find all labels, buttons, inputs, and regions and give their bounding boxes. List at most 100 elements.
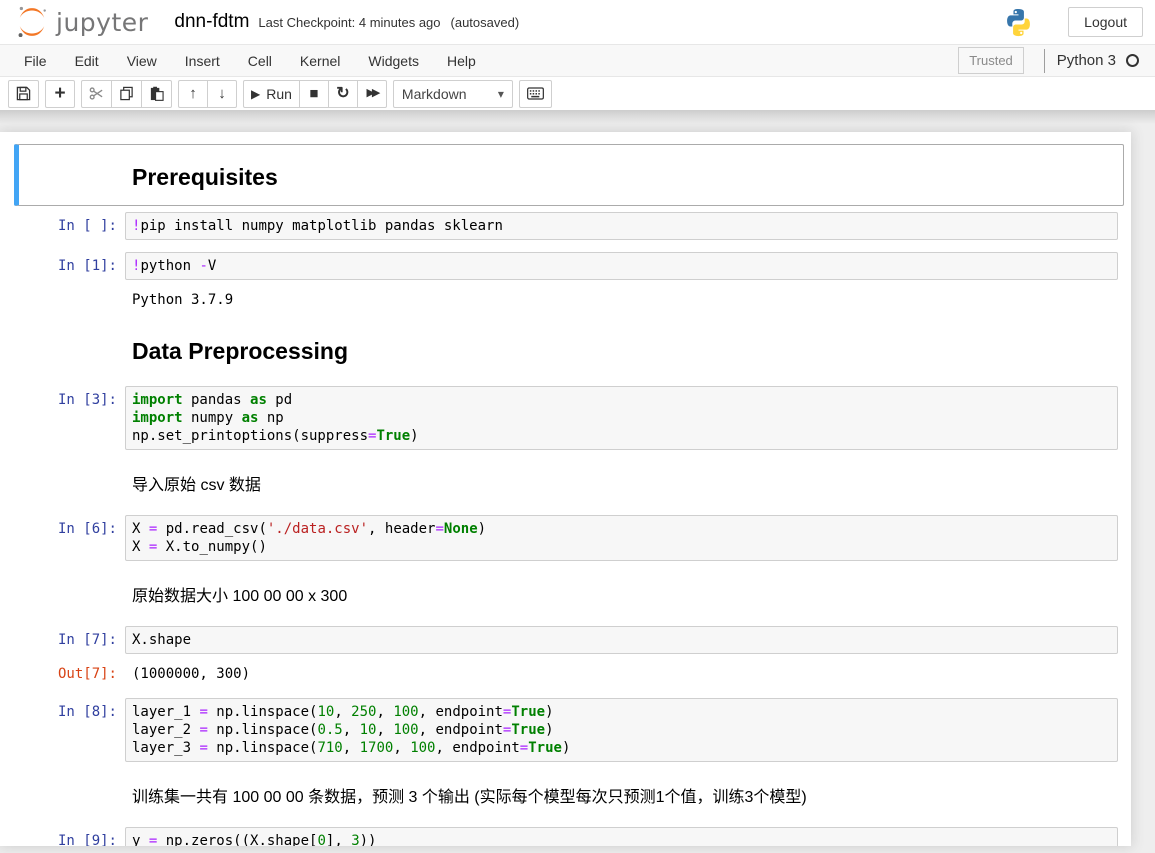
kernel-name[interactable]: Python 3 bbox=[1057, 52, 1116, 69]
markdown-content: Data Preprocessing bbox=[125, 324, 1118, 374]
keyboard-icon bbox=[527, 87, 544, 100]
paste-cell-button[interactable] bbox=[141, 80, 172, 108]
markdown-content: 原始数据大小 100 00 00 x 300 bbox=[125, 573, 1118, 614]
markdown-prompt bbox=[24, 150, 125, 155]
code-line: X = X.to_numpy() bbox=[132, 538, 1111, 556]
restart-kernel-button[interactable]: ↻ bbox=[328, 80, 358, 108]
output-prompt bbox=[24, 286, 125, 291]
interrupt-icon: ■ bbox=[309, 86, 318, 101]
celltype-value: Markdown bbox=[402, 86, 467, 102]
menu-item-cell[interactable]: Cell bbox=[234, 46, 286, 76]
markdown-cell[interactable]: 训练集一共有 100 00 00 条数据，预测 3 个输出 (实际每个模型每次只… bbox=[14, 768, 1124, 821]
markdown-content: 训练集一共有 100 00 00 条数据，预测 3 个输出 (实际每个模型每次只… bbox=[125, 774, 1118, 815]
code-input[interactable]: !python -V bbox=[125, 252, 1118, 280]
input-prompt: In [1]: bbox=[24, 252, 125, 275]
paste-icon bbox=[149, 86, 164, 101]
move-cell-up-button[interactable]: ↑ bbox=[178, 80, 208, 108]
add-cell-icon: + bbox=[54, 84, 65, 103]
jupyter-logo[interactable]: jupyter bbox=[14, 4, 148, 40]
input-prompt: In [9]: bbox=[24, 827, 125, 846]
menu-item-kernel[interactable]: Kernel bbox=[286, 46, 354, 76]
markdown-cell[interactable]: Data Preprocessing bbox=[14, 318, 1124, 380]
code-line: !python -V bbox=[132, 257, 1111, 275]
menu-item-help[interactable]: Help bbox=[433, 46, 490, 76]
code-text: X = pd.read_csv('./data.csv', header=Non… bbox=[132, 520, 1111, 556]
code-cell[interactable]: In [ ]: !pip install numpy matplotlib pan… bbox=[14, 206, 1124, 246]
code-text: X.shape bbox=[132, 631, 1111, 649]
code-input[interactable]: layer_1 = np.linspace(10, 250, 100, endp… bbox=[125, 698, 1118, 762]
menu-item-file[interactable]: File bbox=[10, 46, 61, 76]
restart-run-all-button[interactable]: ▶▶ bbox=[357, 80, 387, 108]
move-down-icon: ↓ bbox=[218, 86, 226, 101]
menu-item-view[interactable]: View bbox=[113, 46, 171, 76]
cell-output: Out[7]:(1000000, 300) bbox=[24, 654, 1118, 686]
code-input[interactable]: import pandas as pdimport numpy as npnp.… bbox=[125, 386, 1118, 450]
cell-list: Prerequisites In [ ]: !pip install numpy m… bbox=[14, 144, 1124, 846]
menu-right: Trusted Python 3 bbox=[958, 47, 1139, 74]
code-cell[interactable]: In [6]:X = pd.read_csv('./data.csv', hea… bbox=[14, 509, 1124, 567]
run-label: Run bbox=[266, 86, 292, 102]
code-text: !python -V bbox=[132, 257, 1111, 275]
markdown-text: 原始数据大小 100 00 00 x 300 bbox=[132, 582, 1118, 606]
markdown-cell[interactable]: 导入原始 csv 数据 bbox=[14, 456, 1124, 509]
menu-items: FileEditViewInsertCellKernelWidgetsHelp bbox=[10, 46, 490, 76]
interrupt-kernel-button[interactable]: ■ bbox=[299, 80, 329, 108]
run-button[interactable]: ▶ Run bbox=[243, 80, 300, 108]
code-input[interactable]: X = pd.read_csv('./data.csv', header=Non… bbox=[125, 515, 1118, 561]
input-prompt: In [ ]: bbox=[24, 212, 125, 235]
code-cell[interactable]: In [1]:!python -VPython 3.7.9 bbox=[14, 246, 1124, 318]
command-palette-button[interactable] bbox=[519, 80, 552, 108]
code-line: layer_1 = np.linspace(10, 250, 100, endp… bbox=[132, 703, 1111, 721]
checkpoint-status: Last Checkpoint: 4 minutes ago bbox=[258, 15, 440, 30]
markdown-content: Prerequisites bbox=[125, 150, 1118, 200]
code-cell[interactable]: In [9]: y = np.zeros((X.shape[0], 3)) bbox=[14, 821, 1124, 846]
markdown-prompt bbox=[24, 573, 125, 578]
code-text: !pip install numpy matplotlib pandas skl… bbox=[132, 217, 1111, 235]
run-icon: ▶ bbox=[251, 88, 260, 100]
code-cell[interactable]: In [3]:import pandas as pdimport numpy a… bbox=[14, 380, 1124, 456]
code-text: y = np.zeros((X.shape[0], 3)) bbox=[132, 832, 1111, 846]
code-line: !pip install numpy matplotlib pandas skl… bbox=[132, 217, 1111, 235]
restart-run-all-icon: ▶▶ bbox=[366, 88, 377, 99]
trusted-badge[interactable]: Trusted bbox=[958, 47, 1024, 74]
markdown-text: 导入原始 csv 数据 bbox=[132, 471, 1118, 495]
menu-item-edit[interactable]: Edit bbox=[61, 46, 113, 76]
code-line: layer_3 = np.linspace(710, 1700, 100, en… bbox=[132, 739, 1111, 757]
code-text: import pandas as pdimport numpy as npnp.… bbox=[132, 391, 1111, 445]
copy-cell-button[interactable] bbox=[111, 80, 142, 108]
code-line: import pandas as pd bbox=[132, 391, 1111, 409]
markdown-prompt bbox=[24, 462, 125, 467]
autosave-status: (autosaved) bbox=[451, 15, 520, 30]
markdown-content: 导入原始 csv 数据 bbox=[125, 462, 1118, 503]
move-cell-down-button[interactable]: ↓ bbox=[207, 80, 237, 108]
markdown-cell[interactable]: Prerequisites bbox=[14, 144, 1124, 206]
menu-bar: FileEditViewInsertCellKernelWidgetsHelp … bbox=[0, 44, 1155, 77]
code-input[interactable]: X.shape bbox=[125, 626, 1118, 654]
markdown-text: 训练集一共有 100 00 00 条数据，预测 3 个输出 (实际每个模型每次只… bbox=[132, 783, 1118, 807]
code-line: y = np.zeros((X.shape[0], 3)) bbox=[132, 832, 1111, 846]
input-prompt: In [8]: bbox=[24, 698, 125, 721]
code-cell[interactable]: In [8]: layer_1 = np.linspace(10, 250, 10… bbox=[14, 692, 1124, 768]
markdown-heading: Prerequisites bbox=[132, 164, 1118, 191]
jupyter-logo-icon bbox=[14, 4, 50, 40]
kernel-separator bbox=[1044, 49, 1045, 73]
add-cell-below-button[interactable]: + bbox=[45, 80, 75, 108]
move-up-icon: ↑ bbox=[189, 86, 197, 101]
code-line: layer_2 = np.linspace(0.5, 10, 100, endp… bbox=[132, 721, 1111, 739]
notebook-area[interactable]: Prerequisites In [ ]: !pip install numpy m… bbox=[0, 110, 1155, 853]
celltype-select[interactable]: Markdown ▾ bbox=[393, 80, 513, 108]
code-input[interactable]: y = np.zeros((X.shape[0], 3)) bbox=[125, 827, 1118, 846]
save-button[interactable] bbox=[8, 80, 39, 108]
menu-item-insert[interactable]: Insert bbox=[171, 46, 234, 76]
markdown-cell[interactable]: 原始数据大小 100 00 00 x 300 bbox=[14, 567, 1124, 620]
copy-icon bbox=[119, 86, 134, 101]
logout-button[interactable]: Logout bbox=[1068, 7, 1143, 37]
notebook-title[interactable]: dnn-fdtm bbox=[174, 11, 249, 33]
code-input[interactable]: !pip install numpy matplotlib pandas skl… bbox=[125, 212, 1118, 240]
cut-cell-button[interactable] bbox=[81, 80, 112, 108]
notebook-container: Prerequisites In [ ]: !pip install numpy m… bbox=[0, 132, 1131, 846]
markdown-prompt bbox=[24, 324, 125, 329]
input-prompt: In [7]: bbox=[24, 626, 125, 649]
menu-item-widgets[interactable]: Widgets bbox=[354, 46, 433, 76]
code-cell[interactable]: In [7]: X.shape Out[7]:(1000000, 300) bbox=[14, 620, 1124, 692]
